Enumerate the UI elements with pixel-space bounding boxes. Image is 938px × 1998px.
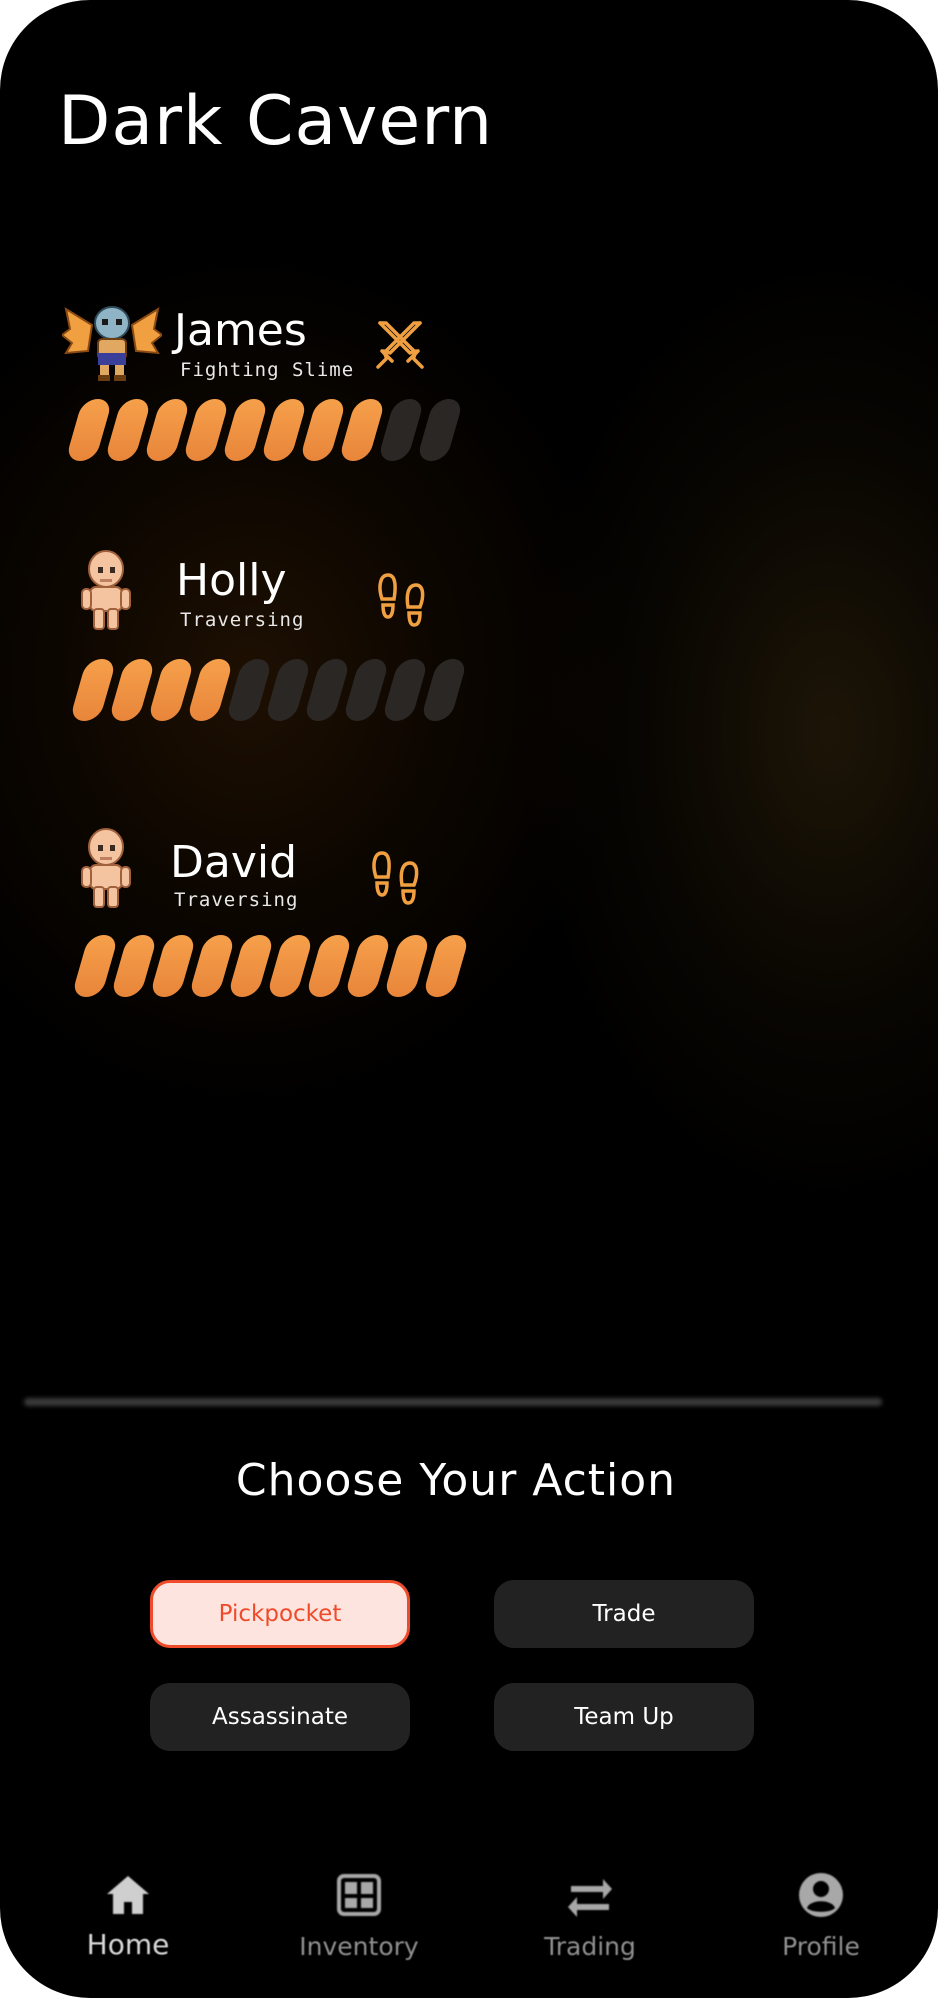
nav-item-home[interactable]: Home: [38, 1860, 218, 1970]
progress-bar: [68, 659, 468, 721]
progress-segment: [65, 399, 113, 461]
progress-segment: [182, 399, 230, 461]
bald-human-avatar: [81, 550, 131, 630]
progress-segment: [344, 935, 392, 997]
progress-segment: [186, 659, 234, 721]
player-card-james: James Fighting Slime: [62, 295, 482, 495]
player-card-david: David Traversing: [66, 823, 486, 1023]
bald-human-avatar: [81, 828, 131, 908]
nav-item-profile[interactable]: Profile: [731, 1860, 911, 1970]
progress-segment: [381, 659, 429, 721]
footprints-icon: [378, 573, 425, 627]
progress-segment: [104, 399, 152, 461]
progress-segment: [71, 935, 119, 997]
home-icon: [107, 1876, 149, 1914]
player-name: David: [170, 837, 298, 888]
progress-segment: [420, 659, 468, 721]
swap-arrows-icon: [568, 1879, 612, 1917]
nav-item-trading[interactable]: Trading: [500, 1860, 680, 1970]
progress-segment: [383, 935, 431, 997]
progress-segment: [260, 399, 308, 461]
page-title: Dark Cavern: [58, 82, 494, 161]
progress-segment: [377, 399, 425, 461]
pickpocket-button[interactable]: Pickpocket: [150, 1580, 410, 1648]
player-name: Holly: [176, 555, 287, 606]
crossed-swords-icon: [376, 321, 424, 369]
progress-segment: [266, 935, 314, 997]
progress-segment: [188, 935, 236, 997]
progress-segment: [110, 935, 158, 997]
progress-segment: [227, 935, 275, 997]
nav-label: Inventory: [299, 1932, 419, 1961]
trade-button[interactable]: Trade: [494, 1580, 754, 1648]
progress-segment: [342, 659, 390, 721]
progress-segment: [108, 659, 156, 721]
progress-bar: [70, 935, 470, 997]
footprints-icon: [372, 851, 419, 905]
player-card-holly: Holly Traversing: [66, 545, 486, 745]
winged-knight-avatar: [62, 306, 162, 381]
section-divider: [24, 1398, 882, 1406]
ambient-glow-right: [520, 250, 938, 1210]
nav-label: Profile: [782, 1932, 860, 1961]
progress-segment: [422, 935, 470, 997]
nav-label: Trading: [544, 1932, 636, 1961]
progress-segment: [149, 935, 197, 997]
progress-segment: [225, 659, 273, 721]
progress-segment: [221, 399, 269, 461]
progress-segment: [305, 935, 353, 997]
progress-segment: [338, 399, 386, 461]
team-up-button[interactable]: Team Up: [494, 1683, 754, 1751]
action-heading: Choose Your Action: [235, 1455, 677, 1506]
progress-segment: [69, 659, 117, 721]
profile-icon: [799, 1873, 843, 1917]
nav-item-inventory[interactable]: Inventory: [269, 1860, 449, 1970]
player-name: James: [174, 305, 307, 356]
progress-segment: [264, 659, 312, 721]
player-status: Fighting Slime: [180, 359, 355, 381]
progress-bar: [64, 399, 464, 461]
progress-segment: [303, 659, 351, 721]
player-status: Traversing: [180, 609, 305, 631]
inventory-icon: [337, 1874, 381, 1916]
phone-screen: Dark Cavern James Fighting Slime Holly T…: [0, 0, 938, 1998]
nav-label: Home: [86, 1928, 170, 1961]
bottom-navigation: Home Inventory Trading Profile: [0, 1860, 938, 1980]
progress-segment: [416, 399, 464, 461]
player-status: Traversing: [174, 889, 299, 911]
progress-segment: [143, 399, 191, 461]
assassinate-button[interactable]: Assassinate: [150, 1683, 410, 1751]
progress-segment: [299, 399, 347, 461]
progress-segment: [147, 659, 195, 721]
